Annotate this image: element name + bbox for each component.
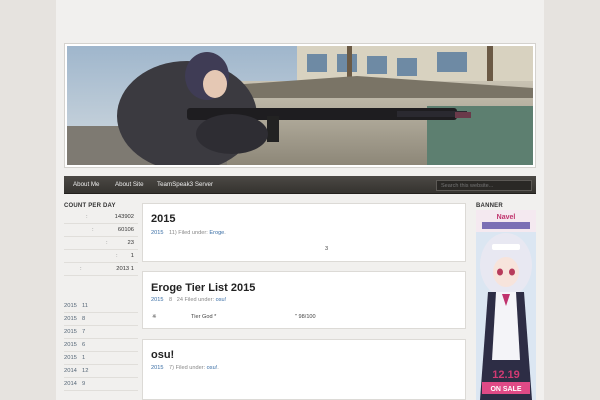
post-meta: 2015 8 24 Filed under: osu! [151,297,226,303]
count-row: : 1 [64,250,138,263]
archive-year: 2015 [64,316,77,322]
post-meta-extra: 24 [176,297,183,303]
archive-year: 2015 [64,355,77,361]
archive-year: 2014 [64,381,77,387]
count-value: 60106 [117,227,134,233]
post-meta: 2015 7) Filed under: osu!. [151,365,219,371]
count-label: : [116,253,118,259]
post-title[interactable]: 2015 [151,213,175,225]
count-value: 143902 [114,214,134,220]
post-date[interactable]: 2015 [151,230,163,236]
count-value: 23 [127,240,134,246]
count-row: : 143902 [64,211,138,224]
archive-item[interactable]: 2015 7 [64,326,138,339]
post-body-tier: Tier God * [191,314,217,320]
post-body-score: " 98/100 [295,314,316,320]
search-input[interactable] [436,180,532,191]
archive-month: 8 [82,316,86,322]
archive-item[interactable]: 2015 1 [64,352,138,365]
post-title[interactable]: osu! [151,349,174,361]
archive-item[interactable]: 2015 11 [64,300,138,313]
banner-sale-text: ON SALE [490,386,521,393]
archive-month: 6 [82,342,86,348]
count-label: : [86,214,88,220]
archive-item[interactable]: 2014 9 [64,378,138,391]
archive-month: 7 [82,329,86,335]
count-value: 2013 1 [116,266,134,272]
archive-month: 9 [82,381,86,387]
count-row: : 23 [64,237,138,250]
archive-month: 12 [82,368,89,374]
nav-item-about-site[interactable]: About Site [115,176,144,194]
count-per-day-title: COUNT PER DAY [64,203,116,209]
banner-top-text: Navel [497,214,516,221]
post-title[interactable]: Eroge Tier List 2015 [151,282,255,294]
post-filed-label: Filed under: [184,297,215,303]
post-body-marker: ※ [152,314,157,320]
post-card: osu! 2015 7) Filed under: osu!. [142,339,466,400]
post-meta-mid: 11) [169,230,177,236]
post-card: Eroge Tier List 2015 2015 8 24 Filed und… [142,271,466,329]
banner-title: BANNER [476,203,503,209]
archive-month: 11 [82,303,89,309]
post-meta-mid: 7) [169,365,174,371]
archive-year: 2014 [64,368,77,374]
archive-item[interactable]: 2015 8 [64,313,138,326]
header-banner[interactable] [64,43,536,168]
post-meta: 2015 11) Filed under: Eroge. [151,230,226,236]
count-label: : [80,266,82,272]
post-body: 3 [325,246,329,252]
banner-date-text: 12.19 [492,369,520,381]
archive-month: 1 [82,355,86,361]
post-date[interactable]: 2015 [151,297,163,303]
count-row: : 2013 1 [64,263,138,276]
post-date[interactable]: 2015 [151,365,163,371]
nav-item-teamspeak3-server[interactable]: TeamSpeak3 Server [157,176,213,194]
post-filed-label: Filed under: [175,365,206,371]
banner-image: Navel 12.19 ON SALE [476,210,536,400]
count-row: : 60106 [64,224,138,237]
post-meta-mid: 8 [169,297,173,303]
archive-item[interactable]: 2014 12 [64,365,138,378]
count-value: 1 [130,253,134,259]
archive-item[interactable]: 2015 6 [64,339,138,352]
post-filed-label: Filed under: [178,230,208,236]
post-category[interactable]: Eroge [209,230,224,236]
archive-year: 2015 [64,329,77,335]
post-category[interactable]: osu! [207,365,218,371]
nav-item-about-me[interactable]: About Me [73,176,99,194]
post-category[interactable]: osu! [216,297,227,303]
count-label: : [92,227,94,233]
game-banner[interactable]: Navel 12.19 ON SALE [476,210,536,400]
post-card: 2015 2015 11) Filed under: Eroge. 3 [142,203,466,262]
count-label: : [106,240,108,246]
archive-year: 2015 [64,342,77,348]
header-banner-image [67,46,533,165]
archive-year: 2015 [64,303,77,309]
